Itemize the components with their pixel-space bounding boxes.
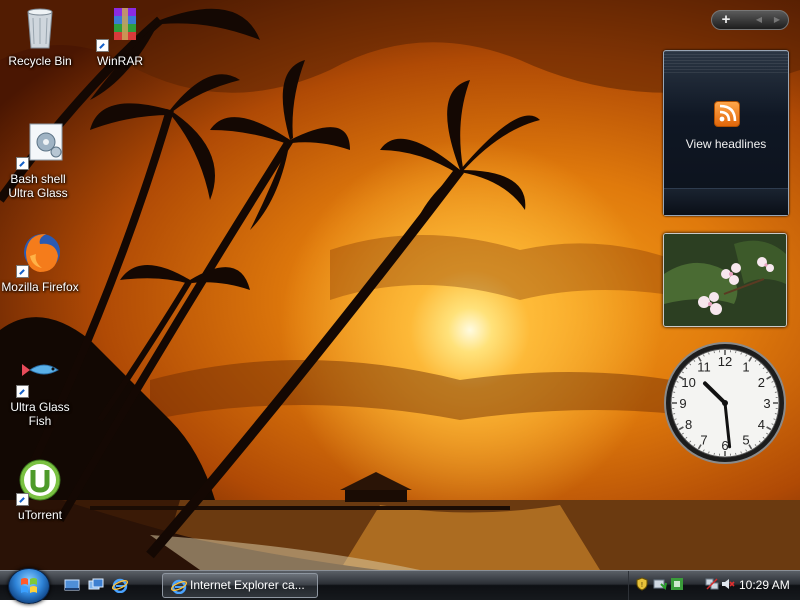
firefox-icon [16, 230, 64, 278]
desktop-icon-ultra-glass-fish[interactable]: Ultra Glass Fish [0, 350, 80, 428]
view-headlines-link[interactable]: View headlines [664, 137, 788, 151]
clock-number: 3 [763, 396, 770, 411]
slideshow-gadget[interactable] [663, 233, 787, 327]
network-status-icon[interactable] [653, 577, 667, 591]
clock-number: 12 [718, 354, 732, 369]
internet-explorer-icon[interactable] [112, 577, 128, 593]
desktop-icon-label: WinRAR [80, 54, 160, 68]
windows-defender-icon[interactable] [670, 577, 684, 591]
desktop-icon-firefox[interactable]: Mozilla Firefox [0, 230, 80, 294]
desktop-icon-label: Mozilla Firefox [0, 280, 82, 294]
gadget-footer-bar [664, 188, 788, 215]
clock-number: 9 [679, 396, 686, 411]
network-icon[interactable] [705, 577, 719, 591]
desktop-icon-label: Bash shell Ultra Glass [0, 172, 78, 200]
clock-number: 5 [742, 432, 749, 447]
svg-text:!: ! [641, 582, 643, 589]
desktop-icon-utorrent[interactable]: uTorrent [0, 458, 80, 522]
switch-windows-icon[interactable] [88, 577, 104, 593]
taskbar-button-label: Internet Explorer ca... [190, 574, 305, 597]
clock-number: 8 [685, 417, 692, 432]
windows-logo-icon [9, 569, 49, 603]
internet-explorer-icon [171, 578, 187, 594]
desktop-icon-recycle-bin[interactable]: Recycle Bin [0, 4, 80, 68]
fish-icon [16, 350, 64, 398]
desktop-icon-label: Recycle Bin [0, 54, 80, 68]
clock-number: 11 [697, 360, 711, 375]
bash-shell-icon [16, 122, 64, 170]
clock-number: 4 [758, 417, 765, 432]
feed-headlines-gadget[interactable]: View headlines [663, 50, 789, 216]
shortcut-arrow-icon [16, 493, 29, 506]
clock-gadget[interactable]: 121234567891011 [663, 341, 787, 465]
notification-area: ! 10:29 AM [628, 571, 800, 600]
desktop-icon-label: uTorrent [0, 508, 80, 522]
shortcut-arrow-icon [16, 265, 29, 278]
next-page-button[interactable]: ▶ [770, 12, 784, 28]
desktop-icon-label: Ultra Glass Fish [10, 400, 70, 428]
recycle-bin-icon [16, 4, 64, 52]
volume-muted-icon[interactable] [721, 577, 735, 591]
taskbar-button-internet-explorer[interactable]: Internet Explorer ca... [162, 573, 318, 598]
clock-number: 10 [681, 375, 695, 390]
taskbar: Internet Explorer ca... ! 10:29 AM [0, 570, 800, 600]
clock-number: 7 [700, 432, 707, 447]
rss-icon [714, 101, 740, 127]
clock-number: 2 [758, 375, 765, 390]
utorrent-icon [16, 458, 64, 506]
shortcut-arrow-icon [16, 385, 29, 398]
taskbar-clock[interactable]: 10:29 AM [739, 578, 790, 592]
sidebar-controls: + ◀ ▶ [711, 10, 789, 30]
previous-page-button[interactable]: ◀ [752, 12, 766, 28]
clock-face: 121234567891011 [663, 341, 787, 465]
slideshow-photo [664, 234, 786, 326]
gadget-header-stripe [664, 51, 788, 73]
start-button[interactable] [8, 568, 50, 604]
show-desktop-icon[interactable] [64, 577, 80, 593]
clock-number: 1 [742, 360, 749, 375]
security-shield-icon[interactable]: ! [635, 577, 649, 591]
winrar-icon [96, 4, 144, 52]
shortcut-arrow-icon [96, 39, 109, 52]
add-gadget-button[interactable]: + [714, 12, 738, 28]
shortcut-arrow-icon [16, 157, 29, 170]
desktop[interactable]: Recycle Bin WinRAR Bash shell Ultra [0, 0, 800, 570]
desktop-icon-winrar[interactable]: WinRAR [80, 4, 160, 68]
desktop-icon-bash-shell[interactable]: Bash shell Ultra Glass [0, 122, 80, 200]
